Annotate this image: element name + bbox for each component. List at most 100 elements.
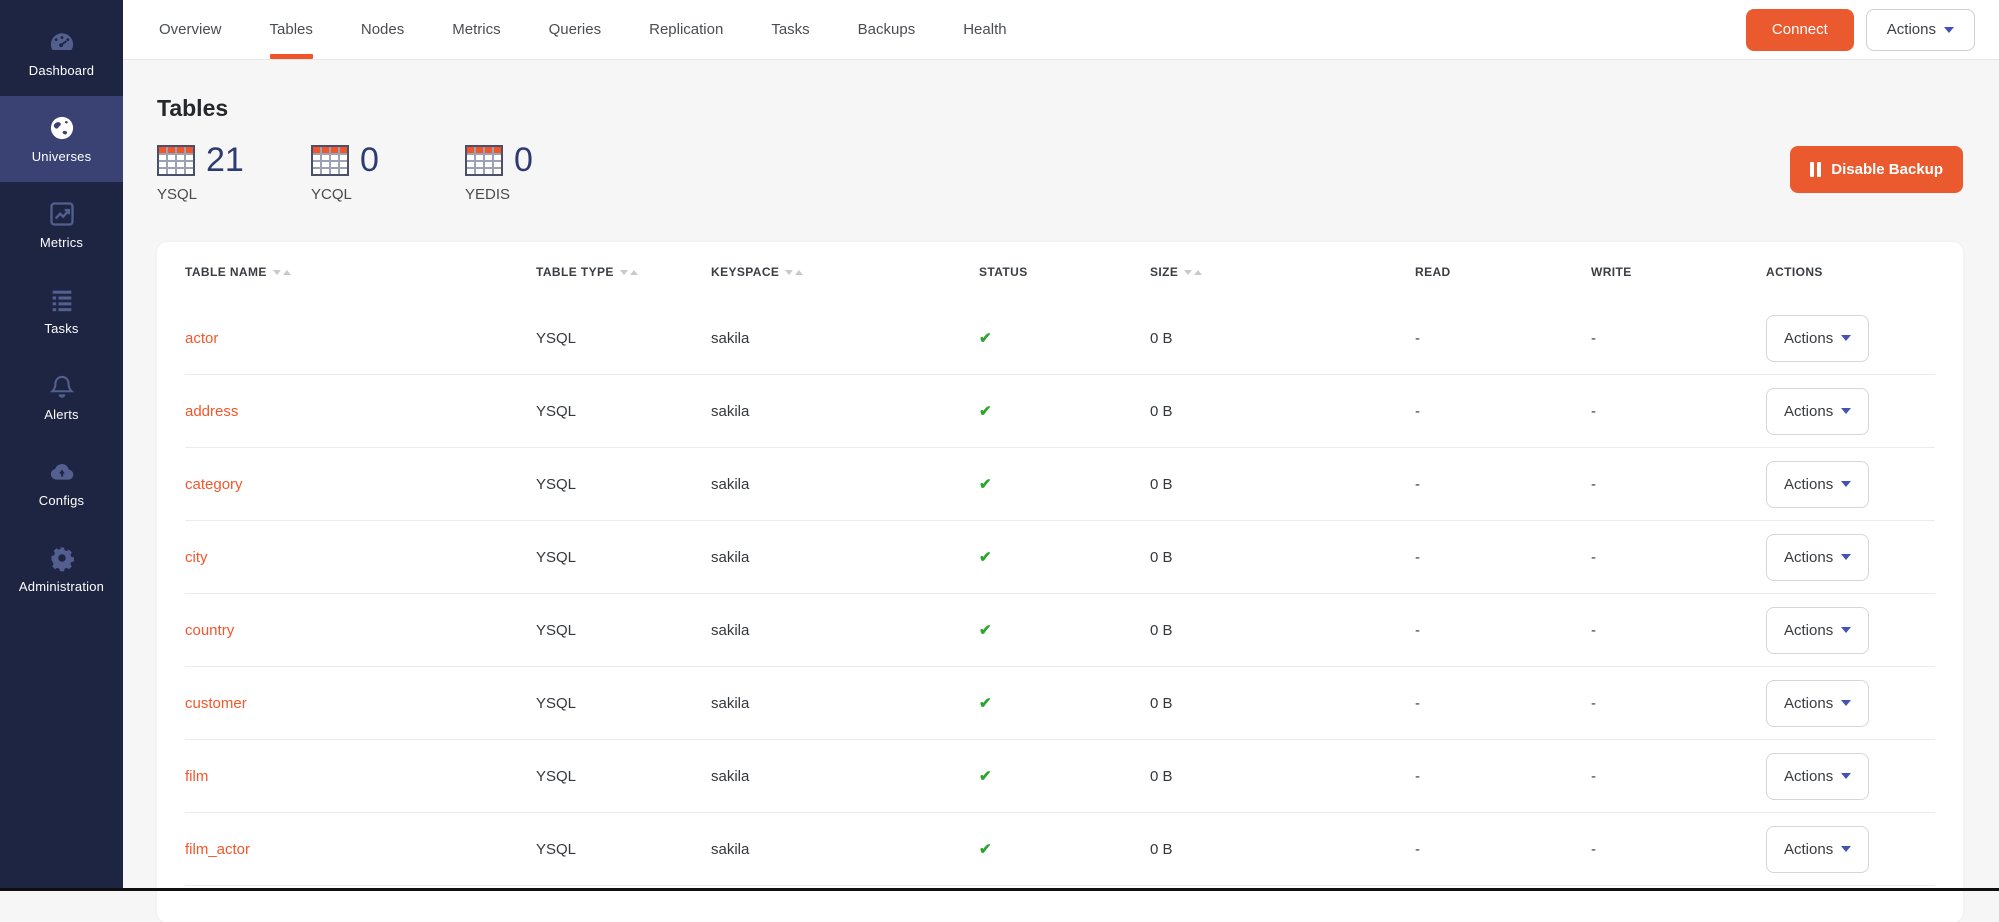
row-actions-button[interactable]: Actions	[1766, 680, 1869, 727]
table-type-cell: YSQL	[536, 695, 711, 712]
table-name-link[interactable]: address	[185, 403, 536, 420]
write-cell: -	[1591, 622, 1766, 639]
keyspace-cell: sakila	[711, 622, 979, 639]
disable-backup-label: Disable Backup	[1831, 161, 1943, 178]
write-cell: -	[1591, 549, 1766, 566]
row-actions-button[interactable]: Actions	[1766, 607, 1869, 654]
sidebar-item-configs[interactable]: Configs	[0, 440, 123, 526]
sidebar-item-alerts[interactable]: Alerts	[0, 354, 123, 440]
tab-replication[interactable]: Replication	[625, 0, 747, 59]
status-check-icon: ✔	[979, 402, 1150, 420]
stat-label: YCQL	[311, 186, 465, 203]
table-count-stats: 21 YSQL 0 YCQL 0 YEDIS	[157, 140, 1963, 203]
tab-backups[interactable]: Backups	[834, 0, 940, 59]
tab-label: Backups	[858, 21, 916, 38]
table-type-cell: YSQL	[536, 841, 711, 858]
table-name-link[interactable]: country	[185, 622, 536, 639]
column-header-read: READ	[1415, 265, 1591, 279]
keyspace-cell: sakila	[711, 768, 979, 785]
row-actions-label: Actions	[1784, 549, 1833, 566]
row-actions-button[interactable]: Actions	[1766, 388, 1869, 435]
status-check-icon: ✔	[979, 767, 1150, 785]
size-cell: 0 B	[1150, 476, 1415, 493]
universe-actions-button[interactable]: Actions	[1866, 9, 1975, 51]
sidebar-item-tasks[interactable]: Tasks	[0, 268, 123, 354]
table-name-link[interactable]: category	[185, 476, 536, 493]
tab-metrics[interactable]: Metrics	[428, 0, 524, 59]
table-type-cell: YSQL	[536, 622, 711, 639]
read-cell: -	[1415, 695, 1591, 712]
column-header-keyspace[interactable]: KEYSPACE	[711, 265, 979, 279]
tab-label: Tasks	[771, 21, 809, 38]
read-cell: -	[1415, 549, 1591, 566]
status-check-icon: ✔	[979, 694, 1150, 712]
configs-cloud-icon	[48, 458, 76, 486]
tab-nodes[interactable]: Nodes	[337, 0, 428, 59]
size-cell: 0 B	[1150, 695, 1415, 712]
read-cell: -	[1415, 841, 1591, 858]
row-actions-label: Actions	[1784, 768, 1833, 785]
status-check-icon: ✔	[979, 840, 1150, 858]
row-actions-button[interactable]: Actions	[1766, 315, 1869, 362]
sidebar-item-label: Universes	[32, 149, 92, 164]
table-grid-icon	[465, 145, 503, 176]
table-name-link[interactable]: city	[185, 549, 536, 566]
sidebar-item-metrics[interactable]: Metrics	[0, 182, 123, 268]
disable-backup-button[interactable]: Disable Backup	[1790, 146, 1963, 193]
administration-gear-icon	[48, 544, 76, 572]
row-actions-button[interactable]: Actions	[1766, 826, 1869, 873]
row-actions-button[interactable]: Actions	[1766, 534, 1869, 581]
size-cell: 0 B	[1150, 549, 1415, 566]
table-name-link[interactable]: actor	[185, 330, 536, 347]
tasks-list-icon	[48, 286, 76, 314]
column-header-size[interactable]: SIZE	[1150, 265, 1415, 279]
row-actions-label: Actions	[1784, 476, 1833, 493]
stat-label: YEDIS	[465, 186, 619, 203]
sort-icon[interactable]	[620, 270, 638, 275]
status-check-icon: ✔	[979, 548, 1150, 566]
sidebar-item-label: Tasks	[44, 321, 78, 336]
sidebar: Dashboard Universes Metrics Tasks Alerts…	[0, 0, 123, 891]
row-actions-button[interactable]: Actions	[1766, 753, 1869, 800]
sidebar-item-label: Metrics	[40, 235, 83, 250]
stat-count: 0	[360, 140, 379, 180]
tab-tables[interactable]: Tables	[246, 0, 337, 59]
table-name-link[interactable]: film	[185, 768, 536, 785]
table-row: film YSQL sakila ✔ 0 B - - Actions	[185, 740, 1935, 813]
table-name-link[interactable]: customer	[185, 695, 536, 712]
tab-tasks[interactable]: Tasks	[747, 0, 833, 59]
chevron-down-icon	[1841, 481, 1851, 487]
table-body: actor YSQL sakila ✔ 0 B - - Actions addr…	[185, 302, 1935, 886]
main-content: Tables 21 YSQL 0 YCQL	[123, 60, 1999, 891]
sidebar-item-universes[interactable]: Universes	[0, 96, 123, 182]
column-header-label: STATUS	[979, 265, 1028, 279]
tab-health[interactable]: Health	[939, 0, 1030, 59]
column-header-label: ACTIONS	[1766, 265, 1823, 279]
connect-button[interactable]: Connect	[1746, 9, 1854, 51]
table-row: category YSQL sakila ✔ 0 B - - Actions	[185, 448, 1935, 521]
table-row: address YSQL sakila ✔ 0 B - - Actions	[185, 375, 1935, 448]
read-cell: -	[1415, 768, 1591, 785]
column-header-table-type[interactable]: TABLE TYPE	[536, 265, 711, 279]
sidebar-item-dashboard[interactable]: Dashboard	[0, 10, 123, 96]
sort-icon[interactable]	[785, 270, 803, 275]
row-actions-button[interactable]: Actions	[1766, 461, 1869, 508]
column-header-table-name[interactable]: TABLE NAME	[185, 265, 536, 279]
sort-icon[interactable]	[273, 270, 291, 275]
row-actions-label: Actions	[1784, 695, 1833, 712]
sidebar-item-label: Dashboard	[29, 63, 94, 78]
row-actions-label: Actions	[1784, 330, 1833, 347]
write-cell: -	[1591, 695, 1766, 712]
sidebar-item-administration[interactable]: Administration	[0, 526, 123, 612]
universe-globe-icon	[48, 114, 76, 142]
tab-queries[interactable]: Queries	[525, 0, 626, 59]
table-name-link[interactable]: film_actor	[185, 841, 536, 858]
table-grid-icon	[311, 145, 349, 176]
size-cell: 0 B	[1150, 768, 1415, 785]
table-row: country YSQL sakila ✔ 0 B - - Actions	[185, 594, 1935, 667]
row-actions-label: Actions	[1784, 403, 1833, 420]
column-header-label: WRITE	[1591, 265, 1632, 279]
table-row: customer YSQL sakila ✔ 0 B - - Actions	[185, 667, 1935, 740]
sort-icon[interactable]	[1184, 270, 1202, 275]
tab-overview[interactable]: Overview	[135, 0, 246, 59]
